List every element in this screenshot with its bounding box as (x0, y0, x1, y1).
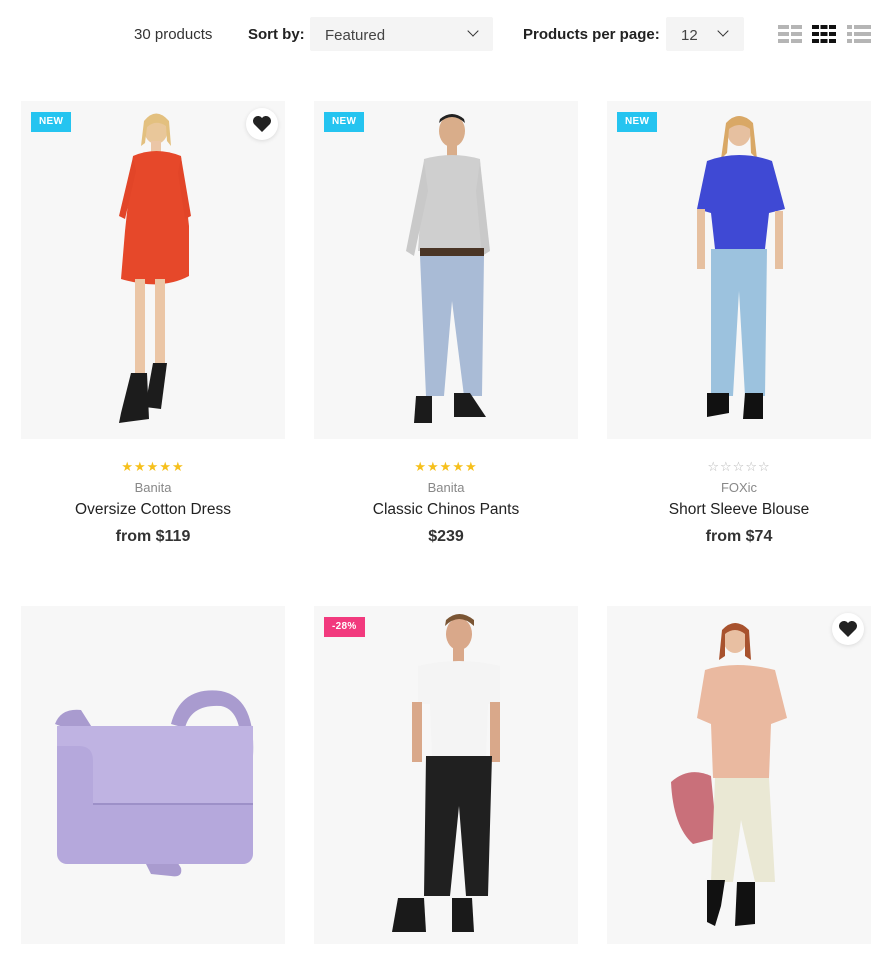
product-price: from $74 (705, 528, 773, 545)
per-page-label: Products per page: (523, 26, 660, 43)
product-image-link[interactable]: NEW (314, 101, 578, 439)
sort-value: Featured (325, 27, 386, 44)
product-count: 30 products (134, 26, 213, 43)
product-price: from $119 (115, 528, 191, 545)
product-card[interactable] (607, 606, 871, 944)
heart-icon (253, 116, 271, 132)
product-image-link[interactable] (21, 606, 285, 944)
product-image (55, 690, 254, 877)
product-card[interactable]: NEW ☆☆☆☆☆ FOXic Short Sleeve Blouse from… (607, 101, 871, 546)
product-price: $239 (428, 528, 464, 545)
rating-stars: ★★★★★ (121, 459, 185, 474)
wishlist-button[interactable] (246, 108, 278, 140)
product-image (392, 614, 500, 932)
product-image (671, 623, 787, 926)
product-image-link[interactable]: -28% (314, 606, 578, 944)
product-card[interactable]: NEW ★★★★★ Banita Classic Chinos Pants $2… (314, 101, 578, 546)
product-title[interactable]: Short Sleeve Blouse (607, 501, 871, 519)
product-image-link[interactable] (607, 606, 871, 944)
catalog-toolbar: 30 products Sort by: Featured Products p… (0, 17, 895, 51)
chevron-down-icon (717, 25, 729, 37)
rating-stars: ★★★★★ (414, 459, 478, 474)
chevron-down-icon (467, 25, 479, 37)
product-brand: FOXic (720, 480, 758, 495)
discount-badge: -28% (324, 617, 365, 637)
per-page-value: 12 (681, 27, 698, 44)
sort-select[interactable]: Featured (310, 17, 493, 51)
product-image-link[interactable]: NEW (607, 101, 871, 439)
new-badge: NEW (617, 112, 658, 132)
product-image-link[interactable]: NEW (21, 101, 285, 439)
rating-stars: ☆☆☆☆☆ (707, 459, 771, 474)
product-brand: Banita (427, 480, 465, 495)
product-image (406, 114, 490, 423)
list-icon[interactable] (847, 24, 871, 43)
per-page-select[interactable]: 12 (666, 17, 744, 51)
product-brand: Banita (134, 480, 172, 495)
product-image (119, 113, 191, 423)
grid-2-icon[interactable] (778, 24, 802, 43)
product-card[interactable] (21, 606, 285, 944)
wishlist-button[interactable] (832, 613, 864, 645)
product-card[interactable]: -28% (314, 606, 578, 944)
product-title[interactable]: Classic Chinos Pants (314, 501, 578, 519)
sort-label: Sort by: (248, 26, 305, 43)
product-card[interactable]: NEW ★★★★★ Banita Oversize Cotton Dress f… (21, 101, 285, 546)
product-title[interactable]: Oversize Cotton Dress (21, 501, 285, 519)
heart-icon (839, 621, 857, 637)
new-badge: NEW (324, 112, 365, 132)
grid-3-icon[interactable] (812, 24, 836, 43)
new-badge: NEW (31, 112, 72, 132)
product-image (697, 116, 785, 419)
